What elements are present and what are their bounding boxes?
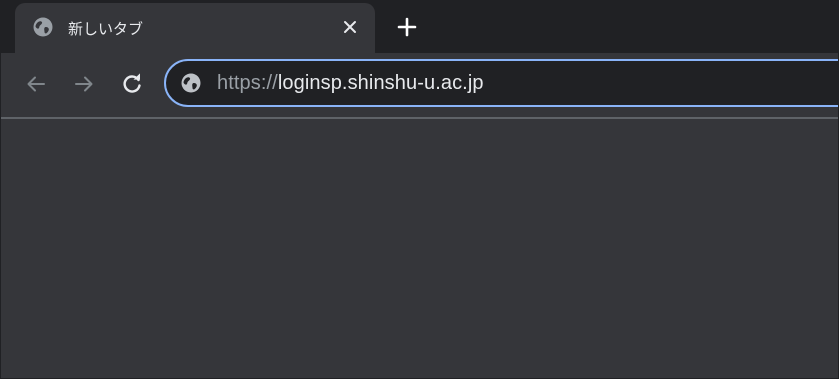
url-scheme: https:// <box>217 72 278 94</box>
browser-window: 新しいタブ https://loginsp.shinshu-u.ac.jp <box>0 0 839 379</box>
url-host: loginsp.shinshu-u.ac.jp <box>277 72 484 94</box>
toolbar: https://loginsp.shinshu-u.ac.jp <box>1 53 838 117</box>
close-icon[interactable] <box>341 18 359 36</box>
page-content <box>1 119 838 378</box>
url-text[interactable]: https://loginsp.shinshu-u.ac.jp <box>217 72 484 95</box>
globe-icon[interactable] <box>181 73 201 93</box>
tab-strip: 新しいタブ <box>1 1 838 53</box>
reload-button[interactable] <box>119 71 145 97</box>
tab-new-tab[interactable]: 新しいタブ <box>15 3 375 53</box>
globe-icon <box>33 17 53 37</box>
new-tab-button[interactable] <box>393 13 421 41</box>
tab-title: 新しいタブ <box>68 20 144 38</box>
forward-button[interactable] <box>71 71 97 97</box>
back-button[interactable] <box>23 71 49 97</box>
address-bar[interactable]: https://loginsp.shinshu-u.ac.jp <box>164 59 838 107</box>
